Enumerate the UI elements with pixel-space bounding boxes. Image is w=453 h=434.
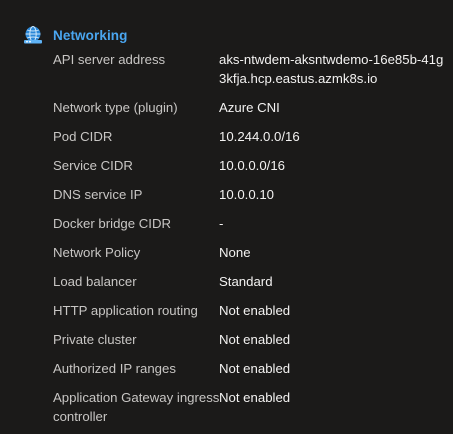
property-label: Network type (plugin): [53, 100, 178, 115]
property-label: Pod CIDR: [53, 129, 113, 144]
property-label: Docker bridge CIDR: [53, 216, 171, 231]
property-label: Service CIDR: [53, 158, 133, 173]
section-title: Networking: [53, 27, 128, 43]
property-value: 10.244.0.0/16: [219, 129, 300, 144]
property-label: API server address: [53, 52, 166, 67]
networking-panel: Networking API server address aks-ntwdem…: [0, 0, 453, 434]
property-label: HTTP application routing: [53, 303, 198, 318]
property-label: DNS service IP: [53, 187, 143, 202]
networking-globe-icon: [23, 25, 43, 45]
property-value: -: [219, 216, 224, 231]
property-value: None: [219, 245, 251, 260]
property-value: Not enabled: [219, 332, 291, 347]
property-label: Load balancer: [53, 274, 137, 289]
property-label: Authorized IP ranges: [53, 361, 176, 376]
property-label: Network Policy: [53, 245, 141, 260]
property-value: Standard: [219, 274, 273, 289]
property-value: 10.0.0.10: [219, 187, 274, 202]
property-value: Not enabled: [219, 390, 291, 405]
property-value: Azure CNI: [219, 100, 280, 115]
property-value: aks-ntwdem-aksntwdemo-16e85b-41g3kfja.hc…: [219, 52, 444, 86]
property-value: Not enabled: [219, 303, 291, 318]
property-value: Not enabled: [219, 361, 291, 376]
property-label: Private cluster: [53, 332, 137, 347]
section-header: Networking: [23, 24, 128, 46]
property-value: 10.0.0.0/16: [219, 158, 285, 173]
property-label: Application Gateway ingress controller: [53, 390, 220, 424]
